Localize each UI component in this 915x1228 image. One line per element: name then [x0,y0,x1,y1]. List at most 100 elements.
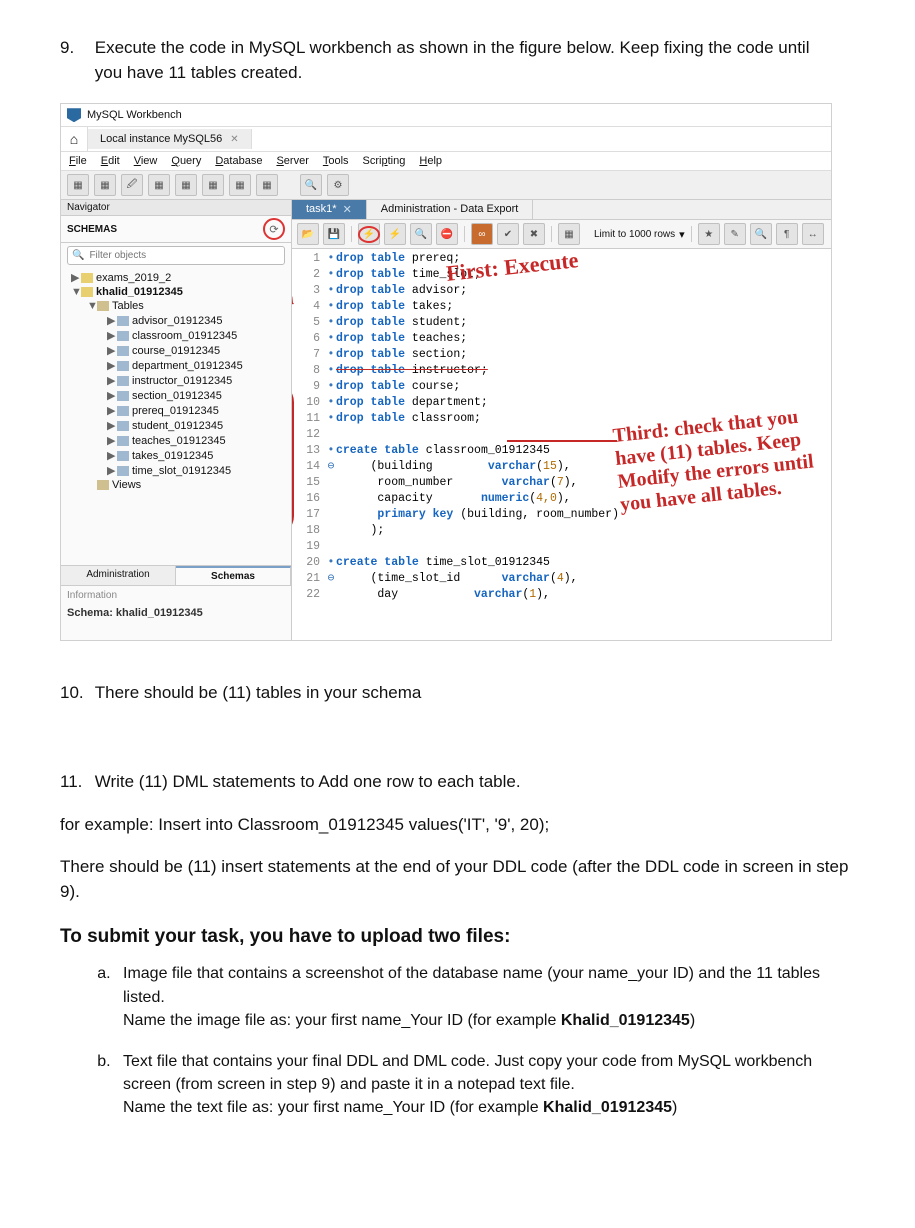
open-file-button[interactable]: 📂 [297,223,319,245]
step-10: 10. There should be (11) tables in your … [60,681,855,706]
search-icon: 🔍 [72,250,84,261]
save-button[interactable]: 💾 [323,223,345,245]
menu-file[interactable]: FFileile [69,155,87,167]
tree-db[interactable]: ▶exams_2019_2 [61,270,291,285]
code-line: 5•drop table student; [292,315,831,331]
submission-item-a: Image file that contains a screenshot of… [115,962,855,1032]
toolbar-button[interactable]: ▦ [148,174,170,196]
tree-table-item[interactable]: ▶advisor_01912345 [61,313,291,328]
filter-objects-input[interactable] [87,248,280,263]
toolbar-button[interactable]: ✖ [523,223,545,245]
toolbar-button[interactable]: 🔍 [750,223,772,245]
menu-server[interactable]: Server [276,155,308,167]
editor-tab-task1[interactable]: task1*✕ [292,200,367,219]
window-title: MySQL Workbench [87,109,182,121]
code-line: 15 room_number varchar(7), [292,475,831,491]
toolbar-button[interactable]: ▦ [94,174,116,196]
code-line: 20•create table time_slot_01912345 [292,555,831,571]
toolbar-button[interactable]: ⚙ [327,174,349,196]
menu-query[interactable]: Query [171,155,201,167]
toolbar-button[interactable]: ▦ [202,174,224,196]
tree-table-item[interactable]: ▶classroom_01912345 [61,328,291,343]
filter-row: 🔍 [61,243,291,268]
close-icon[interactable]: ✕ [230,134,238,145]
workbench-logo-icon [67,108,81,122]
code-line: 2•drop table time_slot; [292,267,831,283]
execute-step-button[interactable]: ⚡ [384,223,406,245]
information-label: Information [67,590,285,601]
code-line: 18 ); [292,523,831,539]
step-11-text: Write (11) DML statements to Add one row… [95,770,825,795]
schema-tree[interactable]: ▶exams_2019_2 ▼khalid_01912345 ▼Tables ▶… [61,268,291,565]
tree-table-item[interactable]: ▶prereq_01912345 [61,403,291,418]
code-line: 17 primary key (building, room_number) [292,507,831,523]
code-line: 16 capacity numeric(4,0), [292,491,831,507]
menu-help[interactable]: Help [419,155,442,167]
toolbar-button[interactable]: ▦ [558,223,580,245]
sidebar-bottom-tabs: Administration Schemas [61,565,291,585]
menu-view[interactable]: View [134,155,158,167]
close-icon[interactable]: ✕ [343,203,352,216]
dropdown-icon[interactable]: ▾ [679,228,685,241]
toolbar-button[interactable]: ★ [698,223,720,245]
toolbar-button[interactable]: ▦ [67,174,89,196]
tree-table-item[interactable]: ▶instructor_01912345 [61,373,291,388]
toolbar-button[interactable]: ✎ [724,223,746,245]
schema-info: Schema: khalid_01912345 [67,607,285,619]
tree-tables-folder[interactable]: ▼Tables [61,299,291,313]
tab-schemas[interactable]: Schemas [176,566,291,585]
explain-button[interactable]: 🔍 [410,223,432,245]
toolbar-button[interactable]: 🔍 [300,174,322,196]
code-line: 19 [292,539,831,555]
code-line: 8•drop table instructor; [292,363,831,379]
code-line: 14⊖ (building varchar(15), [292,459,831,475]
toolbar-button[interactable]: ✔ [497,223,519,245]
refresh-icon[interactable]: ⟳ [263,218,285,240]
navigator-header: Navigator [61,200,291,216]
code-line: 22 day varchar(1), [292,587,831,603]
code-line: 11•drop table classroom; [292,411,831,427]
stop-button[interactable]: ⛔ [436,223,458,245]
toolbar-button[interactable]: 🖉 [121,174,143,196]
toolbar-button[interactable]: ▦ [229,174,251,196]
code-line: 13•create table classroom_01912345 [292,443,831,459]
step-9-text: Execute the code in MySQL workbench as s… [95,36,825,85]
submission-list: Image file that contains a screenshot of… [115,962,855,1119]
tree-table-item[interactable]: ▶takes_01912345 [61,448,291,463]
limit-label: Limit to 1000 rows [594,229,675,240]
tree-db-active[interactable]: ▼khalid_01912345 [61,285,291,299]
window-titlebar: MySQL Workbench [61,104,831,127]
tree-table-item[interactable]: ▶course_01912345 [61,343,291,358]
sql-editor: task1*✕ Administration - Data Export 📂 💾… [292,200,831,640]
toolbar-button[interactable]: ▦ [256,174,278,196]
toolbar-button[interactable]: ↔ [802,223,824,245]
code-line: 4•drop table takes; [292,299,831,315]
main-toolbar: ▦ ▦ 🖉 ▦ ▦ ▦ ▦ ▦ 🔍 ⚙ [61,171,831,200]
tree-views-folder[interactable]: Views [61,478,291,492]
connection-tabs-row: ⌂ Local instance MySQL56 ✕ [61,127,831,152]
tree-table-item[interactable]: ▶teaches_01912345 [61,433,291,448]
connection-tab[interactable]: Local instance MySQL56 ✕ [88,129,252,149]
step-11-num: 11. [60,770,90,795]
menu-scripting[interactable]: Scripting [363,155,406,167]
code-area[interactable]: 1•drop table prereq;2•drop table time_sl… [292,249,831,640]
menu-tools[interactable]: Tools [323,155,349,167]
menu-edit[interactable]: Edit [101,155,120,167]
tree-table-item[interactable]: ▶student_01912345 [61,418,291,433]
execute-button[interactable]: ⚡ [358,223,380,245]
code-line: 21⊖ (time_slot_id varchar(4), [292,571,831,587]
code-line: 12 [292,427,831,443]
code-line: 6•drop table teaches; [292,331,831,347]
tree-table-item[interactable]: ▶time_slot_01912345 [61,463,291,478]
tree-table-item[interactable]: ▶section_01912345 [61,388,291,403]
home-tab[interactable]: ⌂ [61,127,88,151]
tab-administration[interactable]: Administration [61,566,176,585]
code-line: 7•drop table section; [292,347,831,363]
toolbar-button[interactable]: ∞ [471,223,493,245]
step-11: 11. Write (11) DML statements to Add one… [60,770,855,795]
toolbar-button[interactable]: ¶ [776,223,798,245]
tree-table-item[interactable]: ▶department_01912345 [61,358,291,373]
menu-database[interactable]: Database [215,155,262,167]
toolbar-button[interactable]: ▦ [175,174,197,196]
editor-tab-dataexport[interactable]: Administration - Data Export [367,200,534,219]
